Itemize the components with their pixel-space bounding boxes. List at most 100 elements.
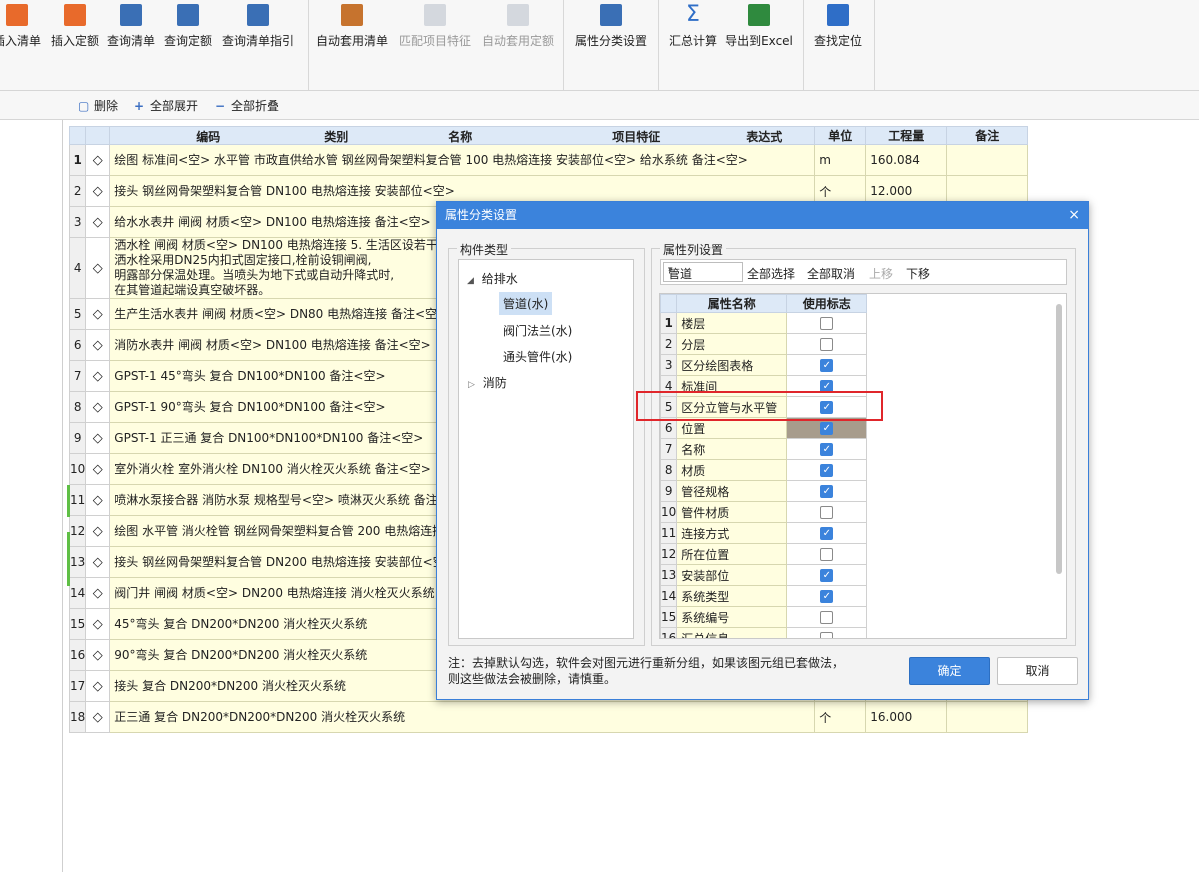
row-number[interactable]: 17 bbox=[68, 670, 87, 702]
attribute-row-number[interactable]: 7 bbox=[660, 438, 678, 460]
attribute-row[interactable]: 2 分层 bbox=[660, 333, 868, 355]
attribute-row-number[interactable]: 10 bbox=[660, 501, 678, 523]
cancel-button[interactable]: 取消 bbox=[997, 657, 1078, 685]
checkbox-checked-icon[interactable]: ✓ bbox=[820, 527, 834, 540]
ribbon-button[interactable]: 查询清单指引 bbox=[221, 0, 295, 56]
attribute-row-number[interactable]: 13 bbox=[660, 564, 678, 586]
attribute-row[interactable]: 3 区分绘图表格 ✓ bbox=[660, 354, 868, 376]
diamond-icon[interactable]: ◇ bbox=[85, 329, 111, 361]
ribbon-button[interactable]: 属性分类设置 bbox=[572, 0, 650, 56]
attribute-row-number[interactable]: 1 bbox=[660, 312, 678, 334]
checkbox-checked-icon[interactable]: ✓ bbox=[820, 422, 834, 435]
attribute-column-header[interactable]: 使用标志 bbox=[786, 294, 868, 313]
grid-corner[interactable] bbox=[68, 126, 87, 145]
tree-node-valve-flange[interactable]: 阀门法兰(水) bbox=[503, 322, 572, 339]
row-description[interactable]: 绘图 标准间<空> 水平管 市政直供给水管 钢丝网骨架塑料复合管 100 电热熔… bbox=[109, 144, 816, 176]
ribbon-button[interactable]: 匹配项目特征 bbox=[397, 0, 473, 56]
attribute-row-number[interactable]: 9 bbox=[660, 480, 678, 502]
attribute-row[interactable]: 16 汇总信息 bbox=[660, 627, 868, 638]
table-row[interactable]: 18 ◇ 正三通 复合 DN200*DN200*DN200 消火栓灭火系统个 16.0… bbox=[68, 701, 1029, 733]
grid-column-header[interactable]: 表达式 bbox=[746, 128, 782, 145]
attribute-name[interactable]: 管径规格 bbox=[676, 480, 788, 502]
row-description[interactable]: 正三通 复合 DN200*DN200*DN200 消火栓灭火系统 bbox=[109, 701, 816, 733]
row-number[interactable]: 14 bbox=[68, 577, 87, 609]
attribute-row[interactable]: 1 楼层 bbox=[660, 312, 868, 334]
diamond-icon[interactable]: ◇ bbox=[85, 237, 111, 299]
diamond-icon[interactable]: ◇ bbox=[85, 391, 111, 423]
grid-column-header[interactable]: 备注 bbox=[946, 126, 1029, 145]
checkbox-unchecked-icon[interactable] bbox=[820, 548, 834, 561]
attribute-name[interactable]: 楼层 bbox=[676, 312, 788, 334]
close-icon[interactable]: × bbox=[1068, 202, 1080, 229]
ribbon-button[interactable]: 插入清单 bbox=[0, 0, 42, 56]
ribbon-button[interactable]: 查询清单 bbox=[104, 0, 158, 56]
attribute-row[interactable]: 11 连接方式 ✓ bbox=[660, 522, 868, 544]
diamond-icon[interactable]: ◇ bbox=[85, 515, 111, 547]
attribute-name[interactable]: 连接方式 bbox=[676, 522, 788, 544]
row-number[interactable]: 4 bbox=[68, 237, 87, 299]
row-number[interactable]: 9 bbox=[68, 422, 87, 454]
attribute-name[interactable]: 安装部位 bbox=[676, 564, 788, 586]
row-number[interactable]: 7 bbox=[68, 360, 87, 392]
grid-column-header[interactable]: 单位 bbox=[814, 126, 867, 145]
ribbon-button[interactable]: 导出到Excel bbox=[724, 0, 794, 56]
attribute-name[interactable]: 所在位置 bbox=[676, 543, 788, 565]
attribute-row-number[interactable]: 8 bbox=[660, 459, 678, 481]
ribbon-button[interactable]: 自动套用定额 bbox=[480, 0, 556, 56]
attribute-name[interactable]: 材质 bbox=[676, 459, 788, 481]
attribute-row[interactable]: 10 管件材质 bbox=[660, 501, 868, 523]
ribbon-button[interactable]: 自动套用清单 bbox=[314, 0, 390, 56]
checkbox-checked-icon[interactable]: ✓ bbox=[820, 590, 834, 603]
row-number[interactable]: 3 bbox=[68, 206, 87, 238]
ok-button[interactable]: 确定 bbox=[909, 657, 990, 685]
attribute-name[interactable]: 系统编号 bbox=[676, 606, 788, 628]
grid-column-header[interactable]: 编码 bbox=[196, 128, 220, 145]
caret-down-icon[interactable]: ◢ bbox=[467, 276, 474, 286]
tree-node-fire[interactable]: ▷ 消防 bbox=[468, 374, 507, 391]
diamond-icon[interactable]: ◇ bbox=[85, 298, 111, 330]
attribute-row-number[interactable]: 11 bbox=[660, 522, 678, 544]
grid-column-header[interactable]: 名称 bbox=[448, 128, 472, 145]
move-down-button[interactable]: 下移 bbox=[906, 265, 930, 282]
row-number[interactable]: 1 bbox=[68, 144, 87, 176]
grid-column-header[interactable]: 工程量 bbox=[865, 126, 948, 145]
checkbox-unchecked-icon[interactable] bbox=[820, 506, 834, 519]
grid-column-header[interactable]: 项目特征 bbox=[612, 128, 660, 145]
row-number[interactable]: 11 bbox=[68, 484, 87, 516]
grid-column-header[interactable]: 类别 bbox=[324, 128, 348, 145]
expand-all-button[interactable]: + 全部展开 bbox=[134, 97, 198, 114]
row-unit[interactable]: 个 bbox=[814, 701, 867, 733]
ribbon-button[interactable]: 查询定额 bbox=[161, 0, 215, 56]
attribute-row-number[interactable]: 15 bbox=[660, 606, 678, 628]
attribute-row[interactable]: 14 系统类型 ✓ bbox=[660, 585, 868, 607]
attribute-row[interactable]: 9 管径规格 ✓ bbox=[660, 480, 868, 502]
select-all-button[interactable]: 全部选择 bbox=[747, 265, 795, 282]
row-number[interactable]: 6 bbox=[68, 329, 87, 361]
diamond-icon[interactable]: ◇ bbox=[85, 639, 111, 671]
attribute-name[interactable]: 系统类型 bbox=[676, 585, 788, 607]
checkbox-unchecked-icon[interactable] bbox=[820, 317, 834, 330]
tree-node-fitting[interactable]: 通头管件(水) bbox=[503, 348, 572, 365]
attribute-row[interactable]: 15 系统编号 bbox=[660, 606, 868, 628]
caret-right-icon[interactable]: ▷ bbox=[468, 380, 475, 390]
row-number[interactable]: 10 bbox=[68, 453, 87, 485]
checkbox-unchecked-icon[interactable] bbox=[820, 338, 834, 351]
attribute-row-number[interactable]: 3 bbox=[660, 354, 678, 376]
attribute-column-header[interactable]: 属性名称 bbox=[676, 294, 788, 313]
cancel-all-button[interactable]: 全部取消 bbox=[807, 265, 855, 282]
attribute-row-number[interactable]: 16 bbox=[660, 627, 678, 638]
attribute-name[interactable]: 分层 bbox=[676, 333, 788, 355]
checkbox-checked-icon[interactable]: ✓ bbox=[820, 359, 834, 372]
attribute-name[interactable]: 区分绘图表格 bbox=[676, 354, 788, 376]
diamond-icon[interactable]: ◇ bbox=[85, 701, 111, 733]
diamond-icon[interactable]: ◇ bbox=[85, 360, 111, 392]
row-quantity[interactable]: 16.000 bbox=[865, 701, 948, 733]
diamond-icon[interactable]: ◇ bbox=[85, 206, 111, 238]
tree-node-drainage[interactable]: ◢ 给排水 bbox=[467, 270, 518, 287]
attribute-name[interactable]: 管件材质 bbox=[676, 501, 788, 523]
ribbon-button[interactable]: Σ 汇总计算 bbox=[666, 0, 720, 56]
row-remark[interactable] bbox=[946, 144, 1029, 176]
row-remark[interactable] bbox=[946, 701, 1029, 733]
move-up-button[interactable]: 上移 bbox=[869, 265, 893, 282]
row-number[interactable]: 16 bbox=[68, 639, 87, 671]
